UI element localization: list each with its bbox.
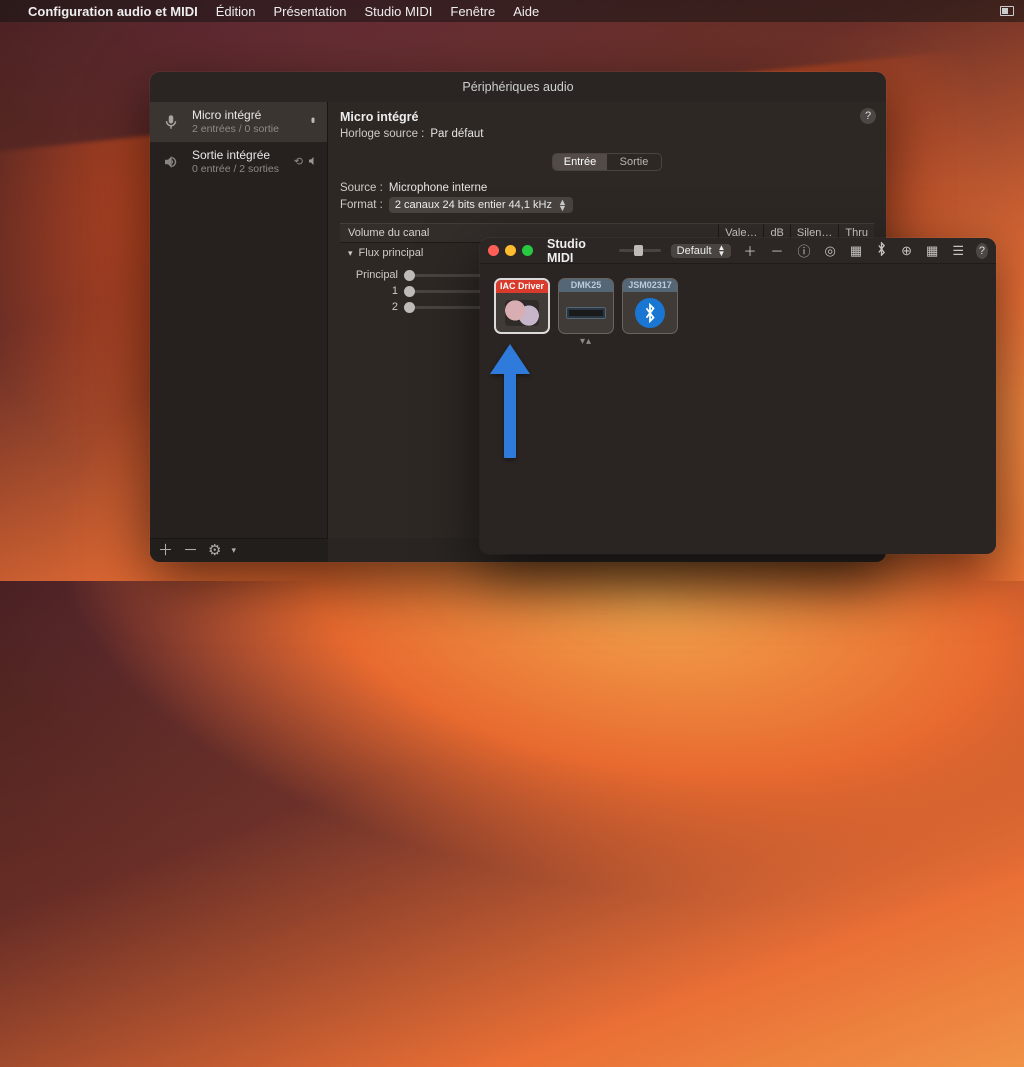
- device-name: Sortie intégrée: [192, 148, 286, 163]
- iac-driver-icon: [505, 300, 539, 326]
- io-tabs[interactable]: Entrée Sortie: [552, 153, 662, 171]
- volume-icon: [307, 155, 319, 170]
- midi-titlebar: Studio MIDI Default ▲▼ ＋ － ⓘ ◎ ▦ ⊕ ▦ ☰ ?: [480, 238, 996, 264]
- menu-studio-midi[interactable]: Studio MIDI: [364, 4, 432, 19]
- studio-midi-window: Studio MIDI Default ▲▼ ＋ － ⓘ ◎ ▦ ⊕ ▦ ☰ ?…: [480, 238, 996, 554]
- icon-size-slider[interactable]: [619, 249, 661, 252]
- configuration-select[interactable]: Default ▲▼: [671, 244, 732, 258]
- bluetooth-device-icon: [635, 298, 665, 328]
- info-button[interactable]: ⓘ: [795, 241, 812, 260]
- minimize-icon[interactable]: [505, 245, 516, 256]
- tab-input[interactable]: Entrée: [553, 154, 607, 170]
- gear-icon[interactable]: ⚙︎: [208, 543, 221, 558]
- mic-icon: [158, 109, 184, 135]
- test-button[interactable]: ▦: [848, 243, 864, 259]
- midi-device-iac[interactable]: IAC Driver: [494, 278, 550, 334]
- speaker-icon: [158, 149, 184, 175]
- menu-edition[interactable]: Édition: [216, 4, 256, 19]
- channel-label: Principal: [346, 269, 398, 281]
- list-view-icon[interactable]: ☰: [950, 243, 966, 259]
- menubar: Configuration audio et MIDI Édition Prés…: [0, 0, 1024, 22]
- midi-window-title: Studio MIDI: [547, 238, 599, 265]
- add-device-button[interactable]: ＋: [741, 241, 758, 260]
- detail-heading: Micro intégré: [340, 110, 874, 124]
- midi-device-bt[interactable]: JSM02317: [622, 278, 678, 334]
- menubar-status-icon[interactable]: [1000, 6, 1014, 16]
- format-select[interactable]: 2 canaux 24 bits entier 44,1 kHz ▲▼: [389, 197, 573, 213]
- midi-device-label: JSM02317: [623, 279, 677, 292]
- chevron-updown-icon: ▲▼: [558, 199, 567, 211]
- close-icon[interactable]: [488, 245, 499, 256]
- clock-source-value: Par défaut: [430, 128, 483, 140]
- device-sub: 2 entrées / 0 sortie: [192, 123, 299, 136]
- remove-device-button[interactable]: －: [183, 543, 198, 558]
- midi-interface-icon: [566, 307, 606, 319]
- source-value: Microphone interne: [389, 182, 487, 194]
- sidebar-footer: ＋ － ⚙︎ ▾: [150, 538, 328, 562]
- rescan-button[interactable]: ◎: [822, 243, 837, 259]
- network-icon[interactable]: ⊕: [899, 243, 914, 259]
- help-button[interactable]: ?: [860, 108, 876, 124]
- remove-device-button[interactable]: －: [768, 241, 785, 260]
- bluetooth-icon[interactable]: [874, 242, 889, 259]
- format-label: Format :: [340, 199, 383, 211]
- menu-aide[interactable]: Aide: [513, 4, 539, 19]
- device-sidebar: Micro intégré 2 entrées / 0 sortie Sorti…: [150, 102, 328, 538]
- midi-device-dmk25[interactable]: DMK25: [558, 278, 614, 334]
- clock-source-label: Horloge source :: [340, 128, 424, 140]
- device-item-mic[interactable]: Micro intégré 2 entrées / 0 sortie: [150, 102, 327, 142]
- audio-window-title: Périphériques audio: [150, 80, 886, 94]
- port-indicators-icon: ▾▴: [558, 336, 614, 347]
- zoom-icon[interactable]: [522, 245, 533, 256]
- source-label: Source :: [340, 182, 383, 194]
- add-device-button[interactable]: ＋: [158, 543, 173, 558]
- channel-label: 1: [346, 285, 398, 297]
- chevron-updown-icon: ▲▼: [718, 245, 726, 257]
- menu-presentation[interactable]: Présentation: [273, 4, 346, 19]
- chevron-down-icon: ▾: [348, 248, 353, 259]
- grid-view-icon[interactable]: ▦: [924, 243, 940, 259]
- help-button[interactable]: ?: [976, 243, 988, 259]
- midi-canvas[interactable]: IAC Driver DMK25 ▾▴ JSM02317: [480, 264, 996, 554]
- app-name[interactable]: Configuration audio et MIDI: [28, 4, 198, 19]
- device-item-output[interactable]: Sortie intégrée 0 entrée / 2 sorties ⟲: [150, 142, 327, 182]
- tab-output[interactable]: Sortie: [607, 154, 661, 170]
- chevron-down-icon[interactable]: ▾: [231, 546, 236, 555]
- device-default-input-icon: [307, 116, 319, 128]
- device-name: Micro intégré: [192, 108, 299, 123]
- midi-device-label: DMK25: [559, 279, 613, 292]
- menu-fenetre[interactable]: Fenêtre: [450, 4, 495, 19]
- loop-icon: ⟲: [294, 155, 303, 170]
- device-sub: 0 entrée / 2 sorties: [192, 163, 286, 176]
- midi-device-label: IAC Driver: [496, 280, 548, 293]
- channel-label: 2: [346, 301, 398, 313]
